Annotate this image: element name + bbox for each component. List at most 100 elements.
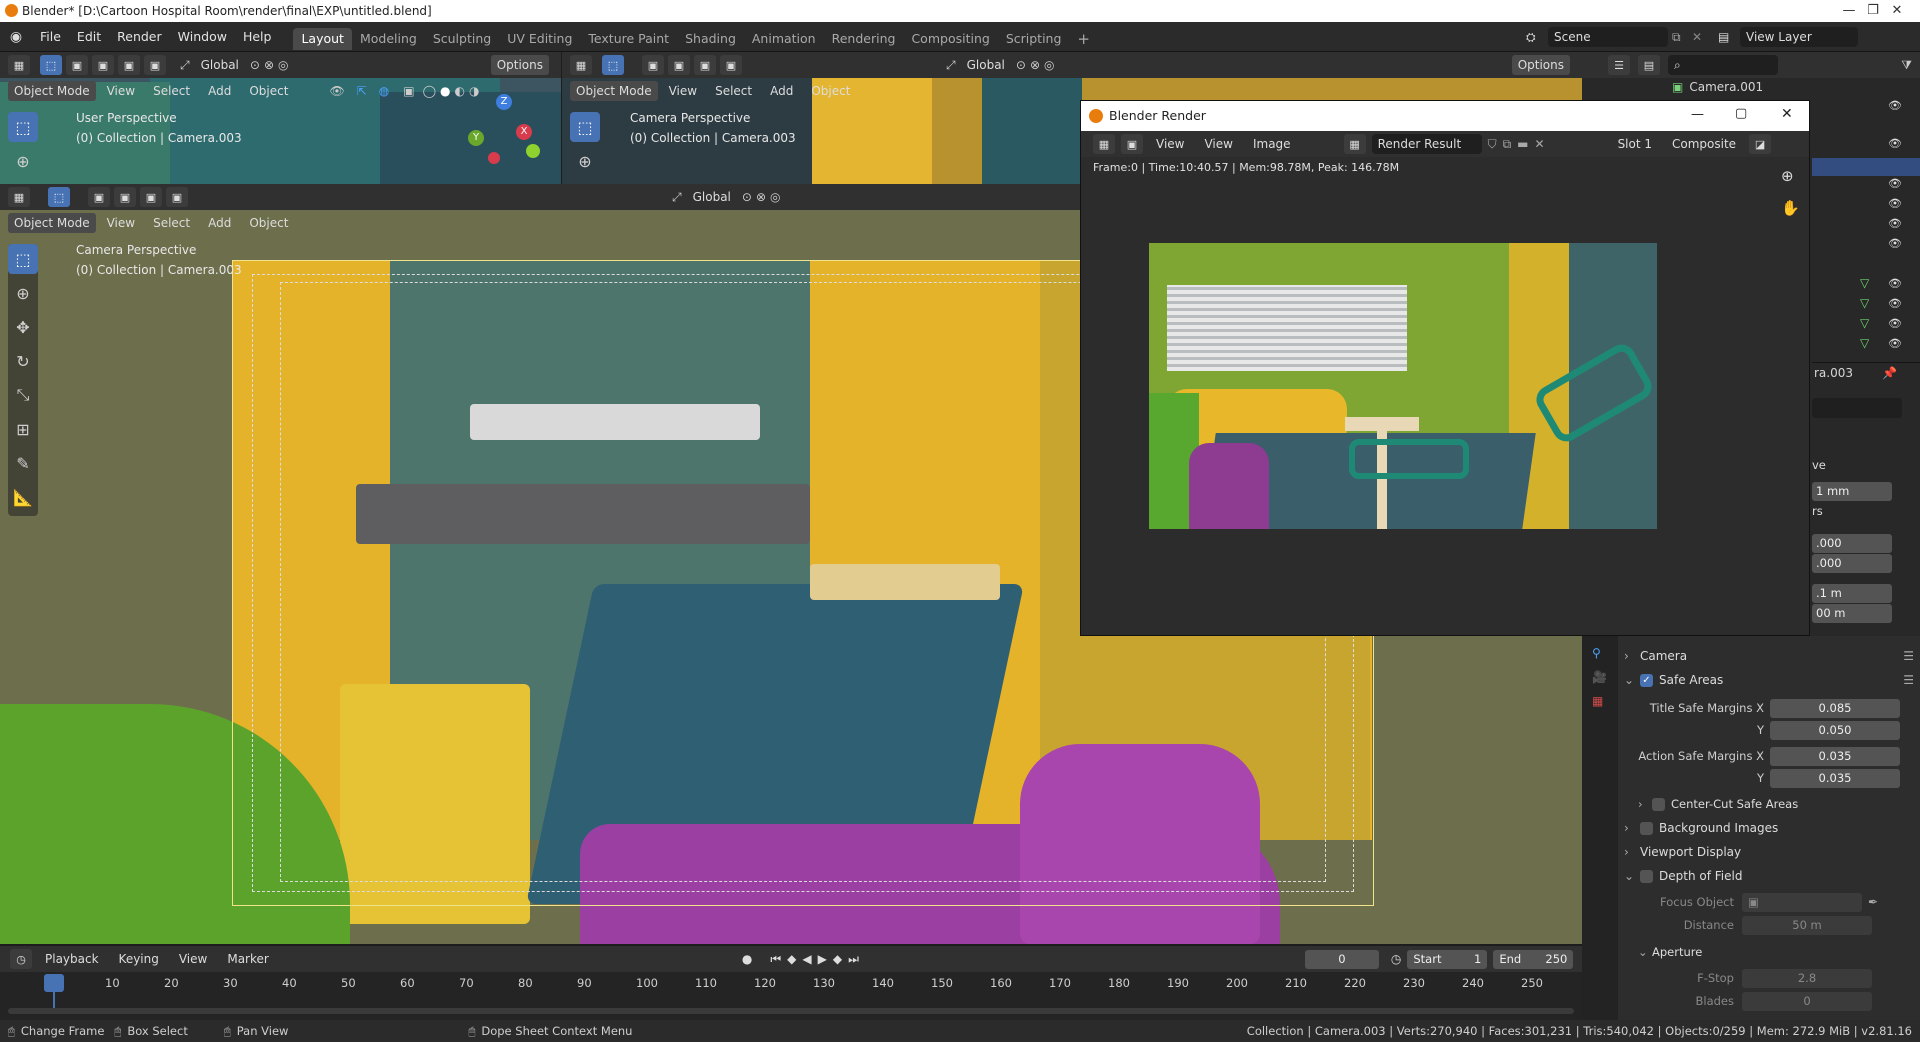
distance-field[interactable]: 50 m (1742, 915, 1872, 935)
options-dropdown[interactable]: Options (490, 55, 549, 75)
select-box-icon[interactable]: ▣ (88, 187, 110, 207)
menu-add[interactable]: Add (201, 80, 238, 102)
shading-wire-icon[interactable]: ◯ (423, 84, 436, 98)
pivot-icon[interactable]: ⊙ (742, 190, 752, 204)
menu-add[interactable]: Add (763, 80, 800, 102)
mode-dropdown[interactable]: Object Mode (8, 81, 96, 101)
tab-sculpting[interactable]: Sculpting (425, 28, 499, 50)
menu-file[interactable]: File (32, 22, 69, 52)
snap-icon[interactable]: ⊗ (1030, 58, 1040, 72)
editor-type-icon[interactable]: ▦ (8, 55, 30, 75)
shift-x-field[interactable]: .000 (1812, 534, 1892, 553)
visibility-eye-icon[interactable]: 👁 (1888, 196, 1902, 210)
prev-keyframe-icon[interactable]: ◆ (787, 952, 796, 966)
select-mode-icon[interactable]: ⬚ (40, 55, 62, 75)
orientation-dropdown[interactable]: Global (194, 54, 246, 76)
clip-start-field[interactable]: .1 m (1812, 584, 1892, 603)
menu-select[interactable]: Select (146, 212, 197, 234)
menu-image[interactable]: Image (1246, 133, 1298, 155)
gizmo-icon[interactable]: ⇱ (357, 84, 367, 98)
play-icon[interactable]: ▶ (818, 952, 827, 966)
visibility-eye-icon[interactable]: 👁 (1888, 136, 1902, 150)
view-mode-icon[interactable]: ▣ (1121, 134, 1143, 154)
play-reverse-icon[interactable]: ◀ (802, 952, 811, 966)
action-safe-x-field[interactable]: 0.035 (1770, 746, 1900, 766)
snap-icon[interactable]: ⊗ (264, 58, 274, 72)
editor-type-icon[interactable]: ▦ (570, 55, 592, 75)
menu-view[interactable]: View (100, 80, 142, 102)
tab-uv-editing[interactable]: UV Editing (499, 28, 580, 50)
cursor-tool-icon[interactable]: ⊕ (570, 146, 600, 176)
eyedropper-icon[interactable]: ✒ (1868, 895, 1878, 909)
tab-modeling[interactable]: Modeling (352, 28, 425, 50)
close-window-button[interactable]: ✕ (1874, 0, 1920, 22)
unlink-image-icon[interactable]: ✕ (1535, 137, 1545, 151)
menu-view[interactable]: View (172, 948, 214, 970)
menu-object[interactable]: Object (804, 80, 857, 102)
blender-menu-icon[interactable]: ◉ (0, 29, 32, 45)
select-tool-icon[interactable]: ⬚ (8, 244, 38, 274)
shading-solid-icon[interactable]: ● (440, 84, 450, 98)
move-tool-icon[interactable]: ✥ (8, 312, 38, 342)
center-cut-section[interactable]: › Center-Cut Safe Areas (1624, 792, 1914, 816)
select-invert-icon[interactable]: ▣ (720, 55, 742, 75)
center-cut-checkbox[interactable] (1652, 797, 1665, 811)
menu-add[interactable]: Add (201, 212, 238, 234)
menu-render[interactable]: Render (109, 22, 170, 52)
mode-dropdown[interactable]: Object Mode (570, 81, 658, 101)
menu-window[interactable]: Window (170, 22, 235, 52)
view-dropdown[interactable]: View (1149, 133, 1191, 155)
record-icon[interactable]: ● (742, 952, 752, 966)
outliner-item-camera[interactable]: ▣ Camera.001 (1672, 80, 1763, 94)
zoom-icon[interactable]: ⊕ (1781, 167, 1794, 185)
display-mode-icon[interactable]: ▤ (1638, 55, 1660, 75)
select-mode-icon[interactable]: ⬚ (602, 55, 624, 75)
new-scene-icon[interactable]: ⧉ (1672, 30, 1692, 45)
transform-tool-icon[interactable]: ⊞ (8, 414, 38, 444)
shift-y-field[interactable]: .000 (1812, 554, 1892, 573)
list-icon[interactable]: ☰ (1903, 649, 1914, 663)
title-safe-x-field[interactable]: 0.085 (1770, 698, 1900, 718)
image-browse-icon[interactable]: ▦ (1343, 134, 1366, 154)
tab-rendering[interactable]: Rendering (824, 28, 904, 50)
orientation-dropdown[interactable]: Global (686, 186, 738, 208)
xray-icon[interactable]: ▣ (403, 84, 414, 98)
select-tool-icon[interactable]: ⬚ (570, 112, 600, 142)
mode-dropdown[interactable]: Object Mode (8, 213, 96, 233)
select-invert-icon[interactable]: ▣ (144, 55, 166, 75)
clip-end-field[interactable]: 00 m (1812, 604, 1892, 623)
expand-arrow-icon[interactable]: ⌄ (1624, 673, 1634, 687)
render-maximize-button[interactable]: ▢ (1735, 106, 1747, 121)
menu-object[interactable]: Object (242, 80, 295, 102)
action-safe-y-field[interactable]: 0.035 (1770, 768, 1900, 788)
filter-icon[interactable]: ⧩ (1901, 58, 1912, 73)
remove-scene-icon[interactable]: ✕ (1692, 30, 1712, 44)
layer-dropdown[interactable]: Composite (1665, 133, 1743, 155)
timeline-ruler[interactable]: 0102030405060708090100110120130140150160… (0, 974, 1582, 994)
menu-select[interactable]: Select (708, 80, 759, 102)
outliner-search-input[interactable]: ⌕ (1668, 55, 1778, 75)
tab-animation[interactable]: Animation (744, 28, 824, 50)
select-subtract-icon[interactable]: ▣ (118, 55, 140, 75)
rotate-tool-icon[interactable]: ↻ (8, 346, 38, 376)
timeline-editor-icon[interactable]: ◷ (10, 949, 32, 969)
gizmo-x-icon[interactable]: X (516, 124, 532, 140)
menu-keying[interactable]: Keying (112, 948, 166, 970)
fake-user-icon[interactable]: ⛉ (1488, 137, 1497, 152)
title-safe-y-field[interactable]: 0.050 (1770, 720, 1900, 740)
timeline-editor[interactable]: ◷ Playback Keying View Marker ● ⏮ ◆ ◀ ▶ … (0, 946, 1582, 1026)
scene-selector[interactable]: Scene (1548, 27, 1668, 47)
data-block-field[interactable] (1812, 398, 1902, 418)
slot-dropdown[interactable]: Slot 1 (1611, 133, 1659, 155)
measure-tool-icon[interactable]: 📐 (8, 482, 38, 512)
outliner-selected-row[interactable] (1812, 158, 1920, 176)
visibility-icon[interactable]: 👁 (329, 84, 344, 98)
menu-object[interactable]: Object (242, 212, 295, 234)
select-subtract-icon[interactable]: ▣ (140, 187, 162, 207)
proportional-edit-icon[interactable]: ◎ (1044, 58, 1054, 72)
select-extend-icon[interactable]: ▣ (668, 55, 690, 75)
pin-icon[interactable]: 📌 (1882, 366, 1897, 380)
visibility-eye-icon[interactable]: 👁 (1888, 296, 1902, 310)
select-invert-icon[interactable]: ▣ (166, 187, 188, 207)
safe-areas-section[interactable]: ⌄ ✓ Safe Areas ☰ (1624, 668, 1914, 692)
